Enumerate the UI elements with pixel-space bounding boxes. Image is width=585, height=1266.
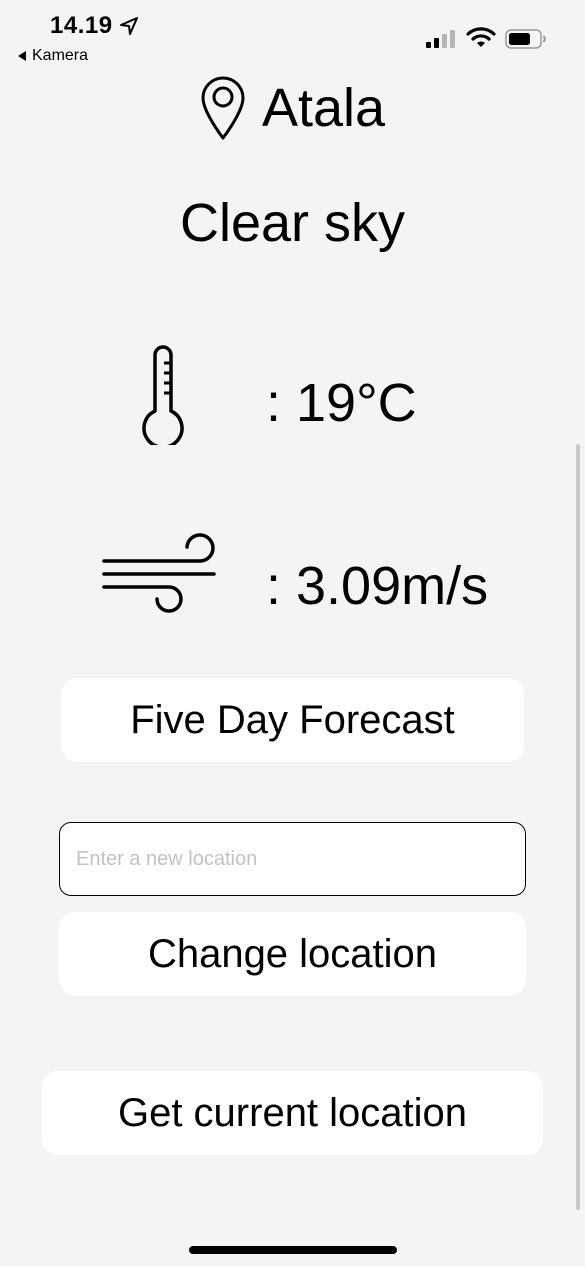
wifi-icon (466, 27, 496, 47)
city-header: Atala (0, 76, 585, 140)
home-indicator[interactable] (189, 1246, 397, 1254)
five-day-forecast-button[interactable]: Five Day Forecast (61, 678, 524, 762)
get-current-location-button[interactable]: Get current location (42, 1071, 543, 1155)
back-to-app-button[interactable]: Kamera (18, 47, 88, 65)
status-time: 14.19 (50, 12, 139, 40)
battery-icon (505, 29, 546, 49)
city-name: Atala (261, 78, 386, 138)
thermometer-icon (142, 345, 184, 445)
weather-condition: Clear sky (179, 193, 406, 253)
wind-speed-value: : 3.09m/s (266, 556, 489, 616)
location-pin-icon (201, 76, 245, 140)
new-location-input[interactable] (59, 822, 526, 896)
back-to-app-label: Kamera (32, 47, 89, 64)
cellular-signal-icon (426, 30, 455, 48)
change-location-button[interactable]: Change location (59, 912, 526, 996)
status-time-text: 14.19 (50, 12, 113, 39)
wind-icon (102, 533, 216, 613)
vertical-scrollbar[interactable] (576, 444, 580, 1210)
location-arrow-icon (119, 17, 138, 35)
back-triangle-icon (18, 51, 26, 61)
temperature-value: : 19°C (266, 373, 417, 433)
